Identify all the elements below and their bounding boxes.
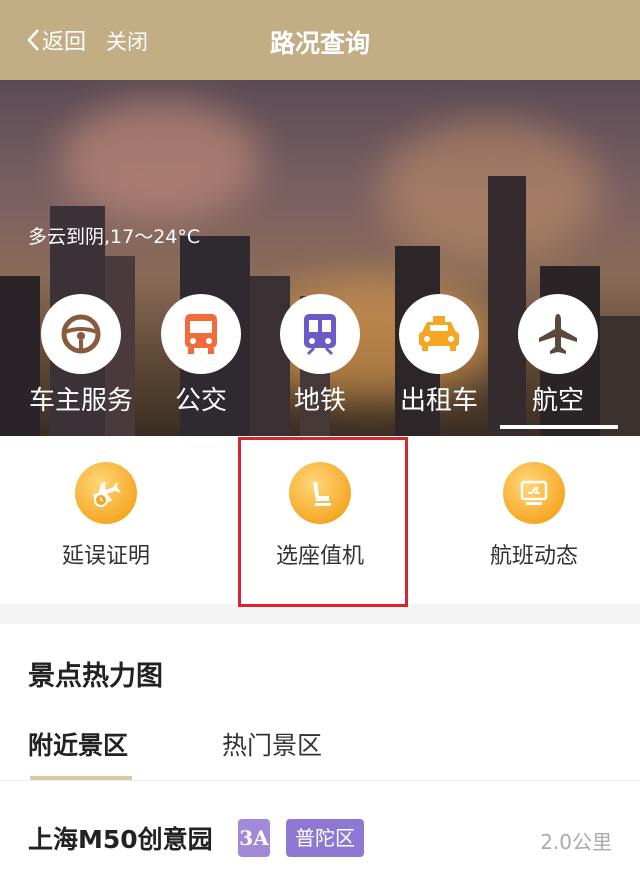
tab-popular[interactable]: 热门景区 [222,726,322,762]
service-flight-status[interactable]: 航班动态 [444,462,624,570]
service-delay-certificate[interactable]: 延误证明 [16,462,196,570]
steering-wheel-icon [61,314,101,354]
section-title: 景点热力图 [28,661,163,692]
page-title: 路况查询 [269,29,370,58]
selected-tab-indicator [500,425,618,429]
transport-label: 车主服务 [28,386,133,416]
service-label: 延误证明 [61,544,150,569]
bus-icon [185,314,217,354]
taxi-icon [419,316,459,351]
transport-bus[interactable]: 公交 [146,294,256,417]
metro-icon [304,314,336,356]
transport-metro[interactable]: 地铁 [265,294,375,417]
place-name[interactable]: 上海M50创意园 [28,820,213,856]
transport-aviation[interactable]: 航空 [503,294,613,417]
flight-delay-icon [93,481,121,507]
app-header: 返回 关闭 路况查询 [0,0,640,80]
transport-label: 公交 [174,386,227,416]
weather-text: 多云到阴,17～24°C [28,226,201,248]
service-label: 航班动态 [489,544,578,569]
transport-label: 地铁 [293,386,346,416]
level-badge: 3A [238,819,270,857]
district-badge: 普陀区 [286,819,364,857]
city-banner: 多云到阴,17～24°C 车主服务 公交 地铁 出租车 航空 [0,80,640,436]
distance-text: 2.0公里 [540,830,612,854]
highlight-box [238,437,408,607]
transport-label: 航空 [531,386,584,416]
flight-status-icon [520,480,548,505]
transport-label: 出租车 [399,386,478,416]
transport-taxi[interactable]: 出租车 [384,294,494,417]
transport-car-service[interactable]: 车主服务 [26,294,136,417]
heatmap-section: 景点热力图 附近景区 热门景区 上海M50创意园 3A 普陀区 2.0公里 [0,624,640,876]
airplane-icon [539,314,577,354]
divider [0,780,640,781]
tab-nearby[interactable]: 附近景区 [28,726,128,762]
